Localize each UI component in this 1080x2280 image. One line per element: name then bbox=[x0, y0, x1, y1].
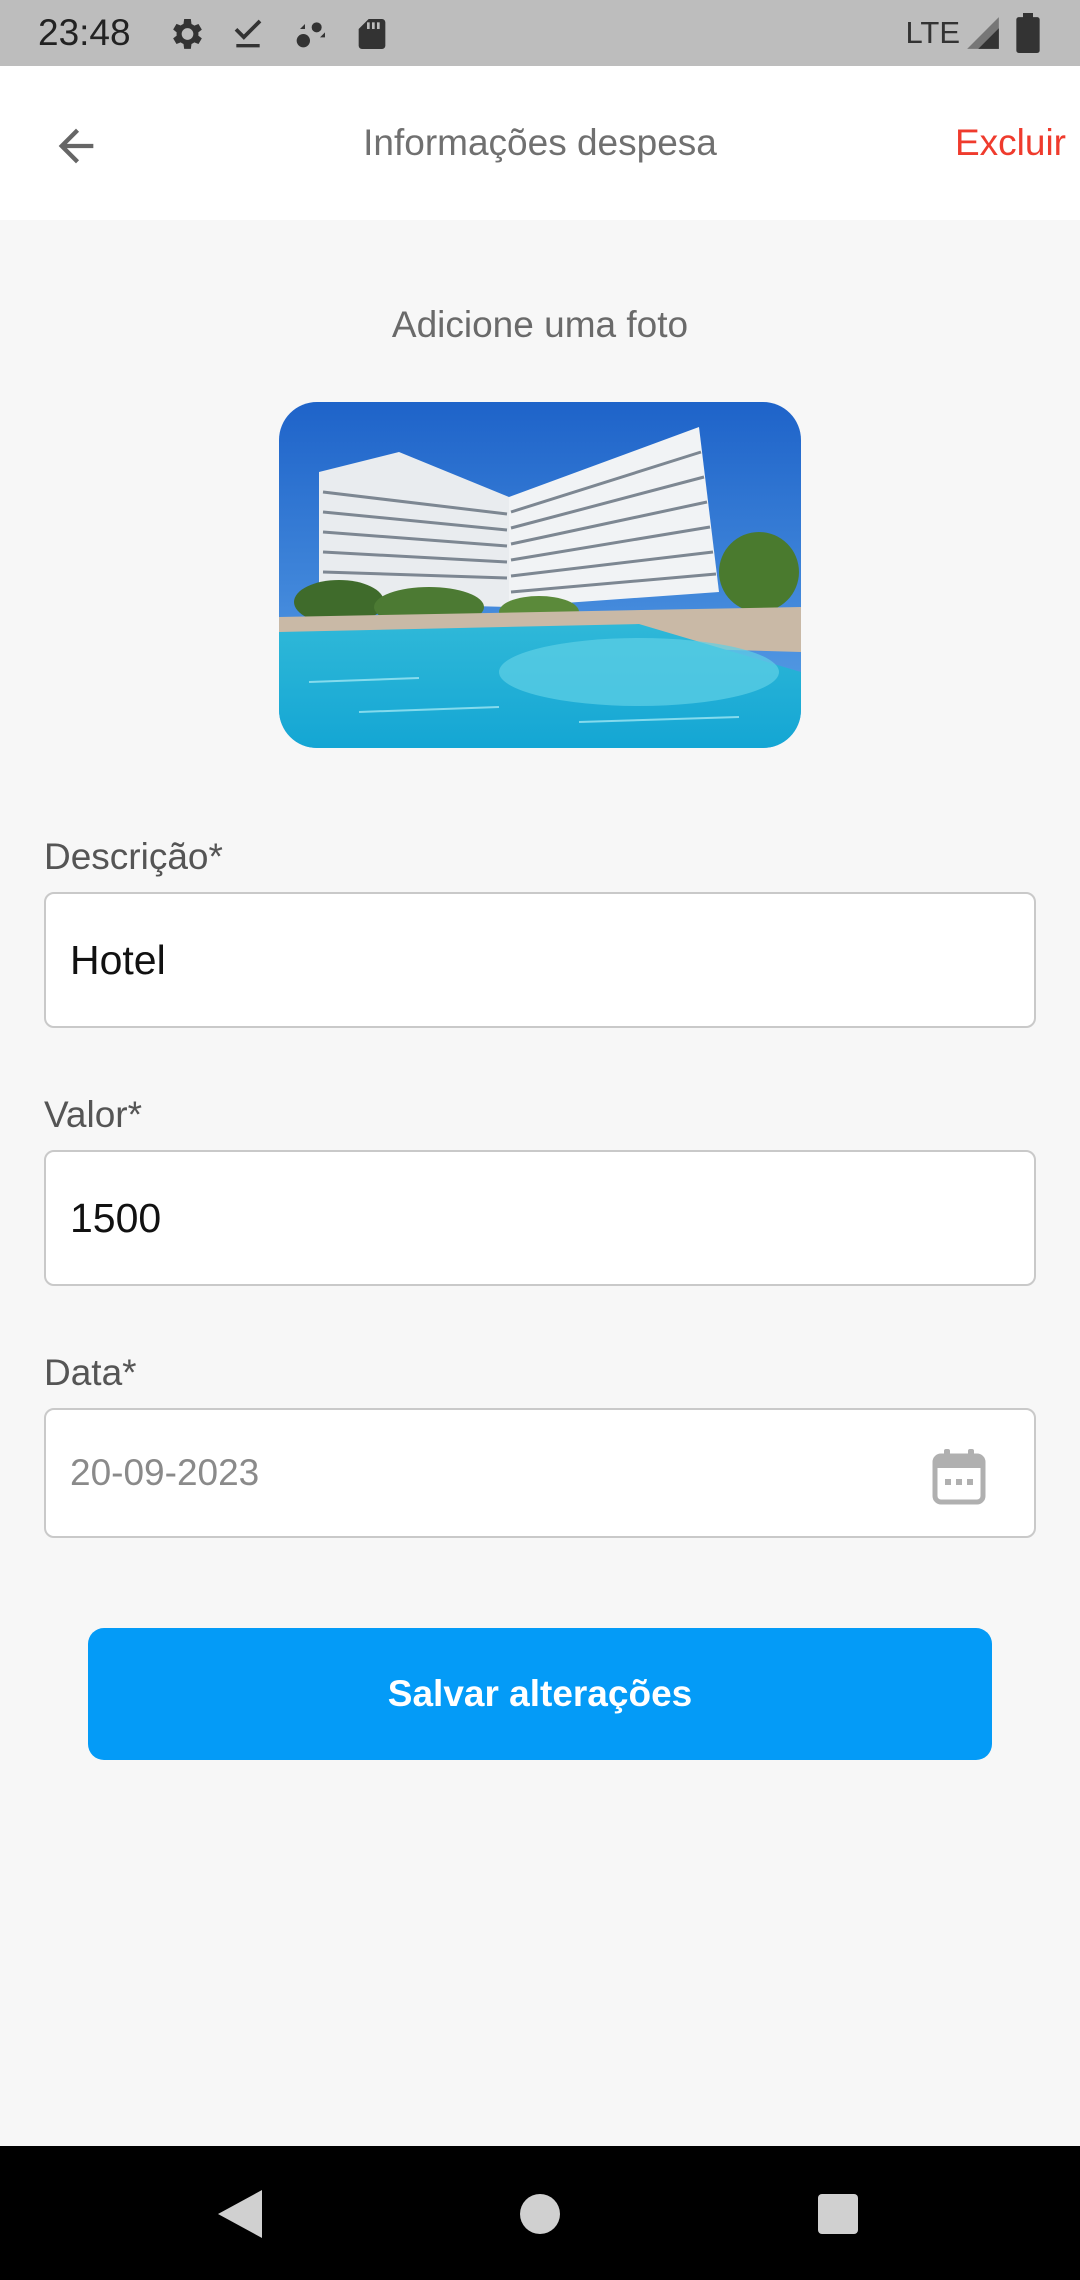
nav-home-icon[interactable] bbox=[520, 2194, 560, 2234]
status-bar: 23:48 LTE bbox=[0, 0, 1080, 66]
sd-card-icon bbox=[352, 14, 392, 54]
add-photo-label[interactable]: Adicione uma foto bbox=[0, 298, 1080, 352]
app-bar: Informações despesa Excluir bbox=[0, 66, 1080, 220]
description-label: Descrição* bbox=[44, 836, 223, 877]
description-field[interactable]: Hotel bbox=[44, 892, 1036, 1028]
status-system-icons: LTE bbox=[905, 12, 1040, 54]
delete-button[interactable]: Excluir bbox=[955, 118, 1066, 168]
signal-icon bbox=[964, 13, 1002, 53]
date-label: Data* bbox=[44, 1352, 137, 1393]
date-value: 20-09-2023 bbox=[70, 1452, 260, 1493]
back-button[interactable] bbox=[44, 116, 108, 180]
battery-icon bbox=[1016, 13, 1040, 54]
date-field[interactable]: 20-09-2023 bbox=[44, 1408, 1036, 1538]
page-title: Informações despesa bbox=[363, 122, 717, 163]
sync-icon bbox=[290, 14, 330, 54]
download-done-icon bbox=[228, 14, 268, 54]
nav-recents-icon[interactable] bbox=[818, 2194, 858, 2234]
calendar-icon[interactable] bbox=[932, 1448, 986, 1506]
description-value: Hotel bbox=[70, 936, 166, 983]
status-notification-icons bbox=[166, 14, 414, 54]
nav-back-icon[interactable] bbox=[218, 2190, 262, 2238]
save-changes-button[interactable]: Salvar alterações bbox=[88, 1628, 992, 1760]
amount-label: Valor* bbox=[44, 1094, 143, 1135]
system-nav-bar bbox=[0, 2146, 1080, 2280]
amount-value: 1500 bbox=[70, 1194, 162, 1241]
expense-photo[interactable] bbox=[279, 402, 801, 748]
status-time: 23:48 bbox=[38, 12, 131, 53]
network-type: LTE bbox=[905, 15, 960, 50]
arrow-back-icon bbox=[50, 120, 102, 177]
settings-icon bbox=[166, 14, 206, 54]
amount-field[interactable]: 1500 bbox=[44, 1150, 1036, 1286]
